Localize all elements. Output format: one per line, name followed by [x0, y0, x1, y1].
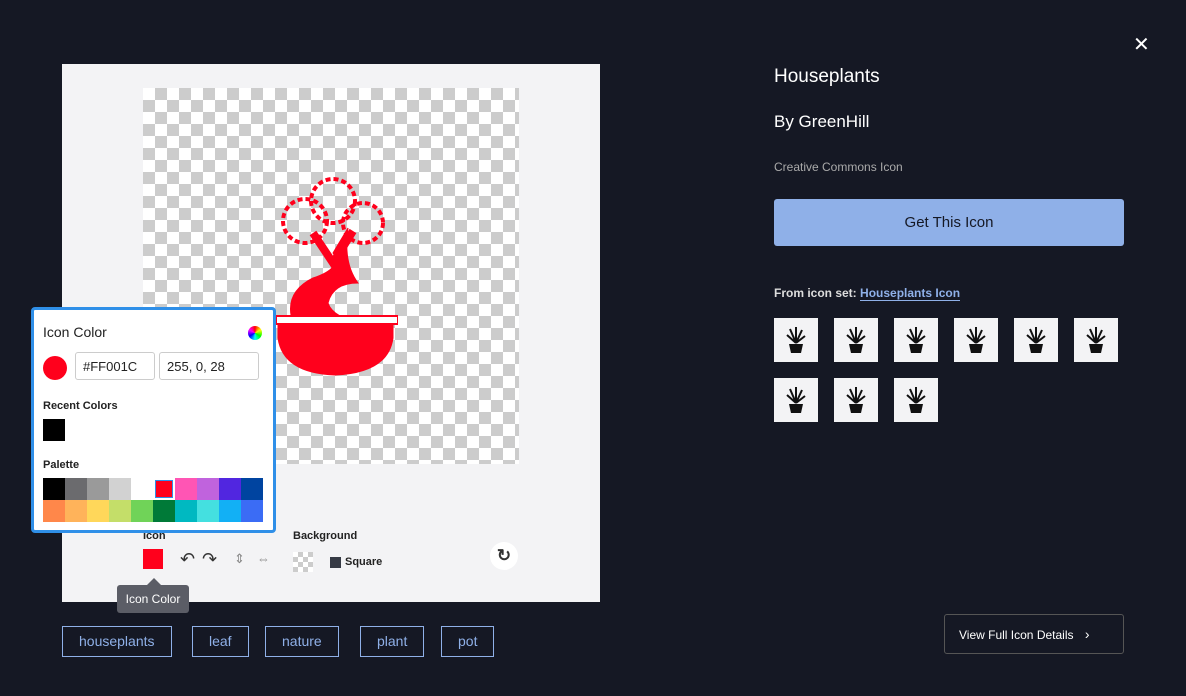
- palette-swatch[interactable]: [219, 500, 241, 522]
- icon-color-popup: Icon Color Recent Colors Palette: [31, 307, 276, 533]
- background-label: Background: [293, 530, 358, 542]
- transparent-background-option[interactable]: [293, 552, 313, 572]
- palette-swatch[interactable]: [219, 478, 241, 500]
- square-icon[interactable]: [330, 557, 341, 568]
- palette-swatch[interactable]: [197, 478, 219, 500]
- icon-title: Houseplants: [774, 66, 880, 87]
- tag-nature[interactable]: nature: [265, 626, 339, 657]
- icon-set-label: From icon set: Houseplants Icon: [774, 286, 961, 301]
- tag-leaf[interactable]: leaf: [192, 626, 249, 657]
- tag-pot[interactable]: pot: [441, 626, 495, 657]
- bonsai-icon: [275, 177, 398, 376]
- palette-label: Palette: [43, 459, 80, 471]
- close-icon[interactable]: ✕: [1133, 32, 1150, 57]
- palette-swatch[interactable]: [109, 478, 131, 500]
- icon-color-tooltip: Icon Color: [117, 585, 189, 613]
- houseplant-icon: [786, 387, 806, 413]
- palette-swatch[interactable]: [153, 478, 175, 500]
- icon-set-link[interactable]: Houseplants Icon: [860, 286, 961, 301]
- license-text: Creative Commons Icon: [774, 160, 903, 174]
- icon-color-swatch[interactable]: [143, 549, 163, 569]
- palette-swatch[interactable]: [197, 500, 219, 522]
- palette-swatch[interactable]: [175, 500, 197, 522]
- icon-set-thumbnail[interactable]: [774, 318, 818, 362]
- current-color-circle: [43, 356, 67, 380]
- palette-swatch[interactable]: [241, 500, 263, 522]
- icon-set-thumbnail[interactable]: [774, 378, 818, 422]
- tag-houseplants[interactable]: houseplants: [62, 626, 172, 657]
- palette-swatch[interactable]: [153, 500, 175, 522]
- icon-set-prefix: From icon set:: [774, 286, 857, 300]
- rotate-right-icon[interactable]: ↷: [202, 549, 217, 570]
- palette-swatch[interactable]: [65, 500, 87, 522]
- houseplant-icon: [846, 387, 866, 413]
- popup-title: Icon Color: [43, 324, 107, 340]
- reset-icon[interactable]: ↻: [490, 542, 518, 570]
- palette-swatch[interactable]: [131, 500, 153, 522]
- chevron-right-icon: ›: [1084, 626, 1090, 642]
- palette-swatch[interactable]: [241, 478, 263, 500]
- houseplant-icon: [1086, 327, 1106, 353]
- houseplant-icon: [966, 327, 986, 353]
- palette-swatch[interactable]: [87, 500, 109, 522]
- palette-swatch[interactable]: [43, 500, 65, 522]
- icon-set-thumbnail[interactable]: [834, 318, 878, 362]
- icon-set-thumbnail[interactable]: [1014, 318, 1058, 362]
- icon-set-thumbnail[interactable]: [1074, 318, 1118, 362]
- recent-colors: [43, 419, 65, 441]
- rotate-left-icon[interactable]: ↶: [180, 549, 195, 570]
- view-full-details-button[interactable]: View Full Icon Details ›: [944, 614, 1124, 654]
- rgb-input[interactable]: [159, 352, 259, 380]
- icon-set-thumbnails: [774, 318, 1134, 422]
- recent-color-swatch[interactable]: [43, 419, 65, 441]
- hex-input[interactable]: [75, 352, 155, 380]
- palette-swatch[interactable]: [43, 478, 65, 500]
- flip-vertical-icon[interactable]: ⇕: [234, 551, 245, 567]
- houseplant-icon: [906, 387, 926, 413]
- icon-set-thumbnail[interactable]: [834, 378, 878, 422]
- icon-author[interactable]: By GreenHill: [774, 112, 869, 132]
- palette-swatch[interactable]: [175, 478, 197, 500]
- view-full-label: View Full Icon Details: [959, 628, 1074, 642]
- palette-grid: [43, 478, 263, 522]
- tooltip-arrow: [147, 578, 161, 585]
- color-wheel-icon[interactable]: [248, 326, 262, 340]
- houseplant-icon: [906, 327, 926, 353]
- houseplant-icon: [1026, 327, 1046, 353]
- recent-colors-label: Recent Colors: [43, 400, 118, 412]
- icon-set-thumbnail[interactable]: [954, 318, 998, 362]
- tag-plant[interactable]: plant: [360, 626, 425, 657]
- palette-swatch[interactable]: [65, 478, 87, 500]
- palette-swatch[interactable]: [87, 478, 109, 500]
- icon-set-thumbnail[interactable]: [894, 318, 938, 362]
- palette-swatch[interactable]: [131, 478, 153, 500]
- houseplant-icon: [786, 327, 806, 353]
- houseplant-icon: [846, 327, 866, 353]
- palette-swatch[interactable]: [109, 500, 131, 522]
- flip-horizontal-icon[interactable]: ⇔: [257, 551, 270, 566]
- get-icon-button[interactable]: Get This Icon: [774, 199, 1124, 246]
- icon-set-thumbnail[interactable]: [894, 378, 938, 422]
- square-background-option[interactable]: Square: [345, 556, 382, 568]
